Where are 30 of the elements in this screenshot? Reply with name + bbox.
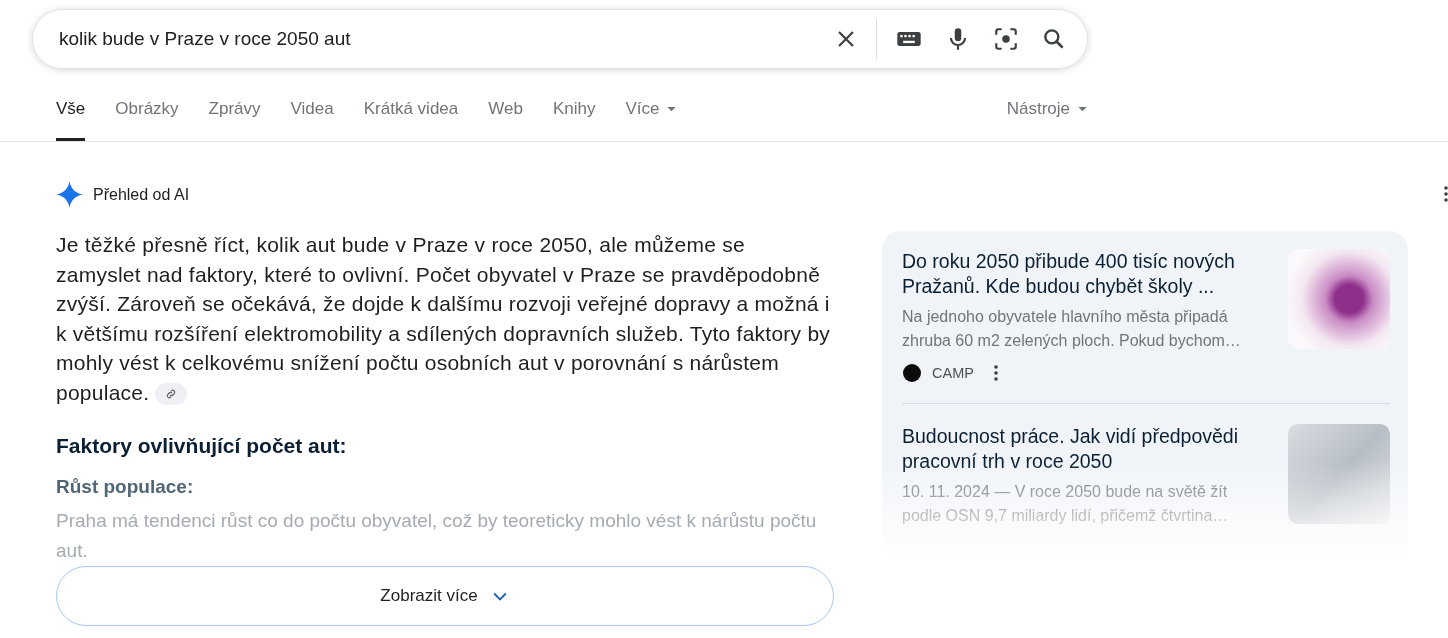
tab[interactable]: Více [625, 95, 677, 141]
subheading: Růst populace: [56, 476, 195, 498]
tab[interactable]: Knihy [552, 95, 596, 141]
tab[interactable]: Web [488, 95, 523, 141]
more-options-icon[interactable] [1444, 186, 1448, 202]
caret-icon [667, 107, 677, 112]
tab[interactable]: Krátká videa [363, 95, 459, 141]
faded-paragraph: Praha má tendenci růst co do počtu obyvatel, což by teoreticky mohlo vést k nárůstu počtu aut. [56, 509, 818, 563]
search-field[interactable]: kolik bude v Praze v roce 2050 aut [57, 27, 812, 51]
tab[interactable]: Videa [290, 95, 334, 141]
source-title-link[interactable]: Do roku 2050 přibude 400 tisíc nových Pražanů. Kde budou chybět školy ... [902, 249, 1268, 299]
source-snippet: Na jednoho obyvatele hlavního města připadá zhruba 60 m2 zelených ploch. Pokud bychom… [902, 307, 1242, 351]
section-heading: Faktory ovlivňující počet aut: [56, 434, 348, 458]
link-button[interactable] [155, 382, 188, 405]
ai-overview-title: Přehled od AI [93, 185, 190, 204]
site-logo-icon [902, 363, 922, 383]
answer-paragraph: Je těžké přesně říct, kolik aut bude v Praze v roce 2050, ale můžeme se zamyslet nad faktory, které to ovlivní. Počet obyvatel v Praze se pravděpodobně zvýší. Zároveň se očekává, že dojde k dalšímu rozvoji veřejné dopravy a možná i k většímu rozšíření elektromobility a sdílených dopravních služeb. Tyto faktory by mohly vést k celkovému snížení počtu osobních aut v porovnání s nárůstem populace. [56, 232, 832, 407]
tools-menu[interactable]: Nástroje [1006, 95, 1087, 141]
tab[interactable]: Zprávy [208, 95, 261, 141]
show-more-button[interactable]: Zobrazit více [56, 566, 834, 626]
camera-icon[interactable] [993, 26, 1019, 52]
source-snippet: 10. 11. 2024 — V roce 2050 bude na světě žít podle OSN 9,7 miliardy lidí, přičemž čtvrtina… [902, 482, 1230, 526]
tab[interactable]: Obrázky [115, 95, 179, 141]
caret-icon [1078, 107, 1087, 112]
sparkle-icon [56, 181, 83, 208]
link-icon [165, 387, 178, 400]
source-title-link[interactable]: Budoucnost práce. Jak vidí předpovědi pracovní trh v roce 2050 [902, 424, 1268, 474]
tab[interactable]: Vše [56, 95, 86, 141]
site-name: CAMP [932, 365, 974, 381]
more-options-icon[interactable] [993, 365, 998, 381]
